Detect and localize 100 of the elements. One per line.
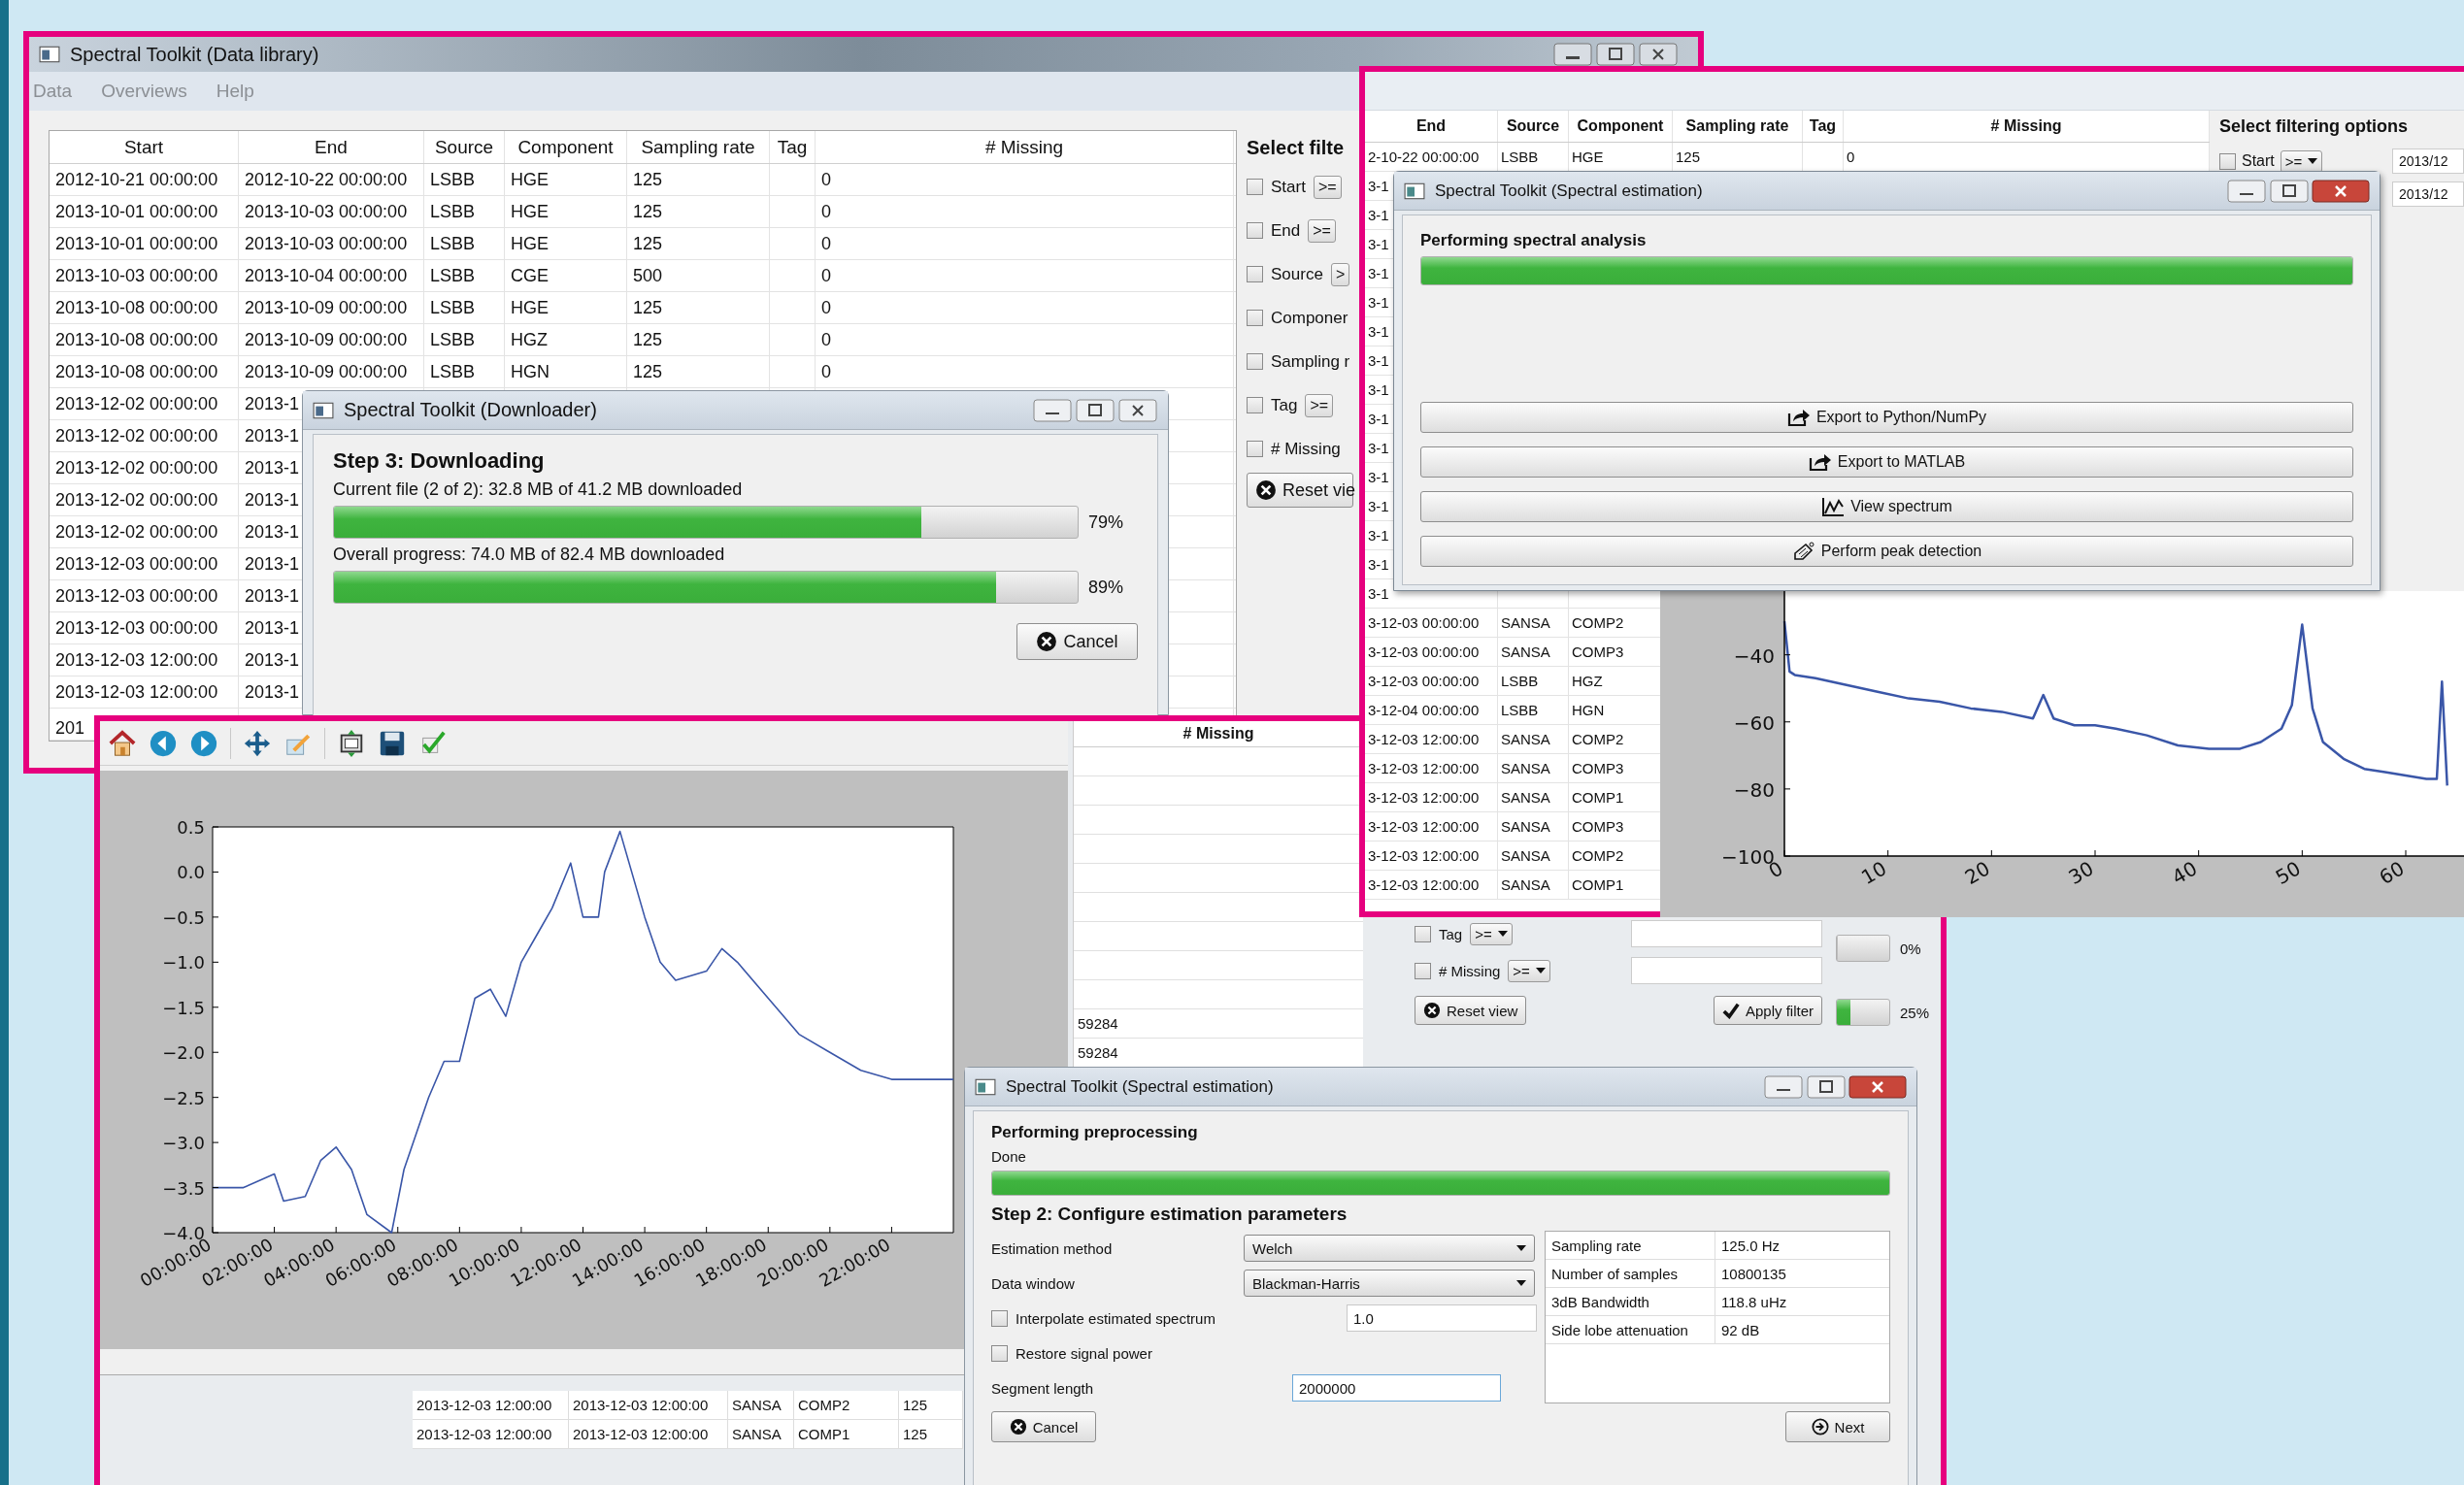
column-header[interactable]: Sampling rate	[627, 131, 770, 163]
back-icon[interactable]	[149, 728, 178, 758]
peak-detection-button[interactable]: Perform peak detection	[1420, 536, 2353, 567]
checkbox[interactable]	[1247, 353, 1263, 370]
table-cell: COMP3	[1572, 818, 1624, 835]
close-icon[interactable]	[2312, 179, 2370, 203]
caret-icon	[1516, 1280, 1526, 1286]
table-cell: 59284	[1078, 1015, 1118, 1032]
table-cell: SANSA	[1501, 876, 1550, 893]
operator-dropdown[interactable]: >=	[1305, 393, 1334, 417]
column-header[interactable]: Source	[1498, 111, 1569, 142]
operator-dropdown[interactable]: >	[1330, 262, 1350, 286]
y-tick-label: −1.0	[162, 952, 205, 974]
maximize-icon[interactable]	[1595, 43, 1636, 66]
forward-icon[interactable]	[189, 728, 218, 758]
checkbox[interactable]	[1247, 266, 1263, 282]
table-cell: LSBB	[1501, 702, 1539, 718]
minimize-icon[interactable]	[1552, 43, 1593, 66]
table-cell: LSBB	[430, 361, 476, 382]
operator-dropdown[interactable]: >=	[2280, 149, 2323, 173]
table-cell: 2013-10-08 00:00:00	[55, 297, 218, 318]
field-label: Data window	[991, 1274, 1076, 1292]
date-field[interactable]: 2013/12	[2392, 182, 2464, 207]
close-icon[interactable]	[1117, 398, 1158, 422]
table-cell: 3-12-03 12:00:00	[1368, 760, 1480, 776]
operator-dropdown[interactable]: >=	[1308, 218, 1336, 243]
checkbox[interactable]	[1247, 310, 1263, 326]
table-cell: 0	[821, 361, 831, 382]
table-cell: 201	[55, 718, 85, 739]
checkbox[interactable]	[1247, 397, 1263, 413]
table-cell: 3-1	[1368, 527, 1389, 544]
close-icon[interactable]	[1848, 1074, 1907, 1099]
minimize-icon[interactable]	[1763, 1074, 1804, 1099]
operator-dropdown[interactable]: >=	[1470, 922, 1513, 945]
column-header[interactable]: Start	[50, 131, 239, 163]
status-text: Done	[991, 1148, 1027, 1165]
column-header[interactable]: End	[1365, 111, 1498, 142]
step-heading: Step 2: Configure estimation parameters	[991, 1204, 1349, 1225]
input-field[interactable]: 1.0	[1347, 1304, 1537, 1332]
column-header[interactable]: Component	[1569, 111, 1673, 142]
status-heading: Performing preprocessing	[991, 1123, 1199, 1142]
checkbox[interactable]	[1415, 925, 1431, 942]
column-header[interactable]: Tag	[1803, 111, 1844, 142]
close-circle-icon	[1423, 1002, 1441, 1019]
apply-filter-button[interactable]: Apply filter	[1713, 996, 1822, 1025]
checkbox-label: Tag	[1439, 925, 1463, 942]
table-cell: 2013-10-09 00:00:00	[245, 329, 408, 350]
table-cell: 3-1	[1368, 323, 1389, 340]
table-cell: 2013-12-02 00:00:00	[55, 489, 218, 511]
close-icon[interactable]	[1638, 43, 1679, 66]
input-field[interactable]: 2000000	[1292, 1374, 1501, 1402]
checkbox[interactable]	[1247, 179, 1263, 195]
maximize-icon[interactable]	[1075, 398, 1115, 422]
table-cell: 2013-12-02 00:00:00	[55, 457, 218, 478]
table-cell: 2013-12-02 00:00:00	[55, 393, 218, 414]
maximize-icon[interactable]	[2269, 179, 2310, 203]
input-field[interactable]	[1631, 920, 1822, 947]
table-cell: 3dB Bandwidth	[1546, 1288, 1715, 1315]
cancel-button[interactable]: Cancel	[991, 1411, 1096, 1442]
table-cell: 3-12-03 12:00:00	[1368, 876, 1480, 893]
field-label: Segment length	[991, 1379, 1095, 1397]
reset-view-button[interactable]: Reset view	[1415, 996, 1527, 1025]
operator-dropdown[interactable]: >=	[1313, 175, 1342, 199]
dropdown[interactable]: Blackman-Harris	[1244, 1270, 1535, 1297]
table-cell: 2013-12-02 00:00:00	[55, 521, 218, 543]
checkbox[interactable]	[1247, 222, 1263, 239]
column-header[interactable]: # Missing	[1844, 111, 2210, 142]
column-header[interactable]: Component	[505, 131, 627, 163]
line-chart-icon	[1821, 497, 1846, 516]
column-header[interactable]: # Missing	[816, 131, 1234, 163]
table-cell: LSBB	[430, 169, 476, 190]
checkbox[interactable]	[991, 1309, 1008, 1327]
export-button[interactable]: Export to MATLAB	[1420, 446, 2353, 478]
checkbox[interactable]	[1415, 962, 1431, 979]
minimize-icon[interactable]	[2226, 179, 2267, 203]
checkbox-label: Sampling r	[1271, 351, 1350, 372]
date-field[interactable]: 2013/12	[2392, 148, 2464, 174]
table-cell-text: 92 dB	[1720, 1320, 1761, 1340]
checkbox[interactable]	[2219, 152, 2236, 170]
input-field[interactable]	[1631, 957, 1822, 984]
table-cell: 0	[821, 233, 831, 254]
next-button[interactable]: Next	[1785, 1411, 1890, 1442]
export-button[interactable]: Export to Python/NumPy	[1420, 402, 2353, 433]
cancel-button[interactable]: Cancel	[1016, 623, 1138, 660]
table-cell: 2012-10-22 00:00:00	[245, 169, 408, 190]
home-icon[interactable]	[108, 728, 137, 758]
column-header[interactable]: End	[239, 131, 424, 163]
maximize-icon[interactable]	[1806, 1074, 1847, 1099]
reset-view-button[interactable]: Reset vie	[1247, 473, 1353, 508]
dropdown[interactable]: Welch	[1244, 1235, 1535, 1262]
minimize-icon[interactable]	[1032, 398, 1073, 422]
x-tick-label: 30	[2064, 856, 2098, 890]
checkbox[interactable]	[1247, 441, 1263, 457]
column-header[interactable]: Sampling rate	[1673, 111, 1803, 142]
move-icon[interactable]	[243, 728, 272, 758]
column-header[interactable]: Tag	[770, 131, 816, 163]
checkbox[interactable]	[991, 1344, 1008, 1362]
view-spectrum-button[interactable]: View spectrum	[1420, 491, 2353, 522]
column-header[interactable]: Source	[424, 131, 505, 163]
operator-dropdown[interactable]: >=	[1508, 959, 1550, 982]
